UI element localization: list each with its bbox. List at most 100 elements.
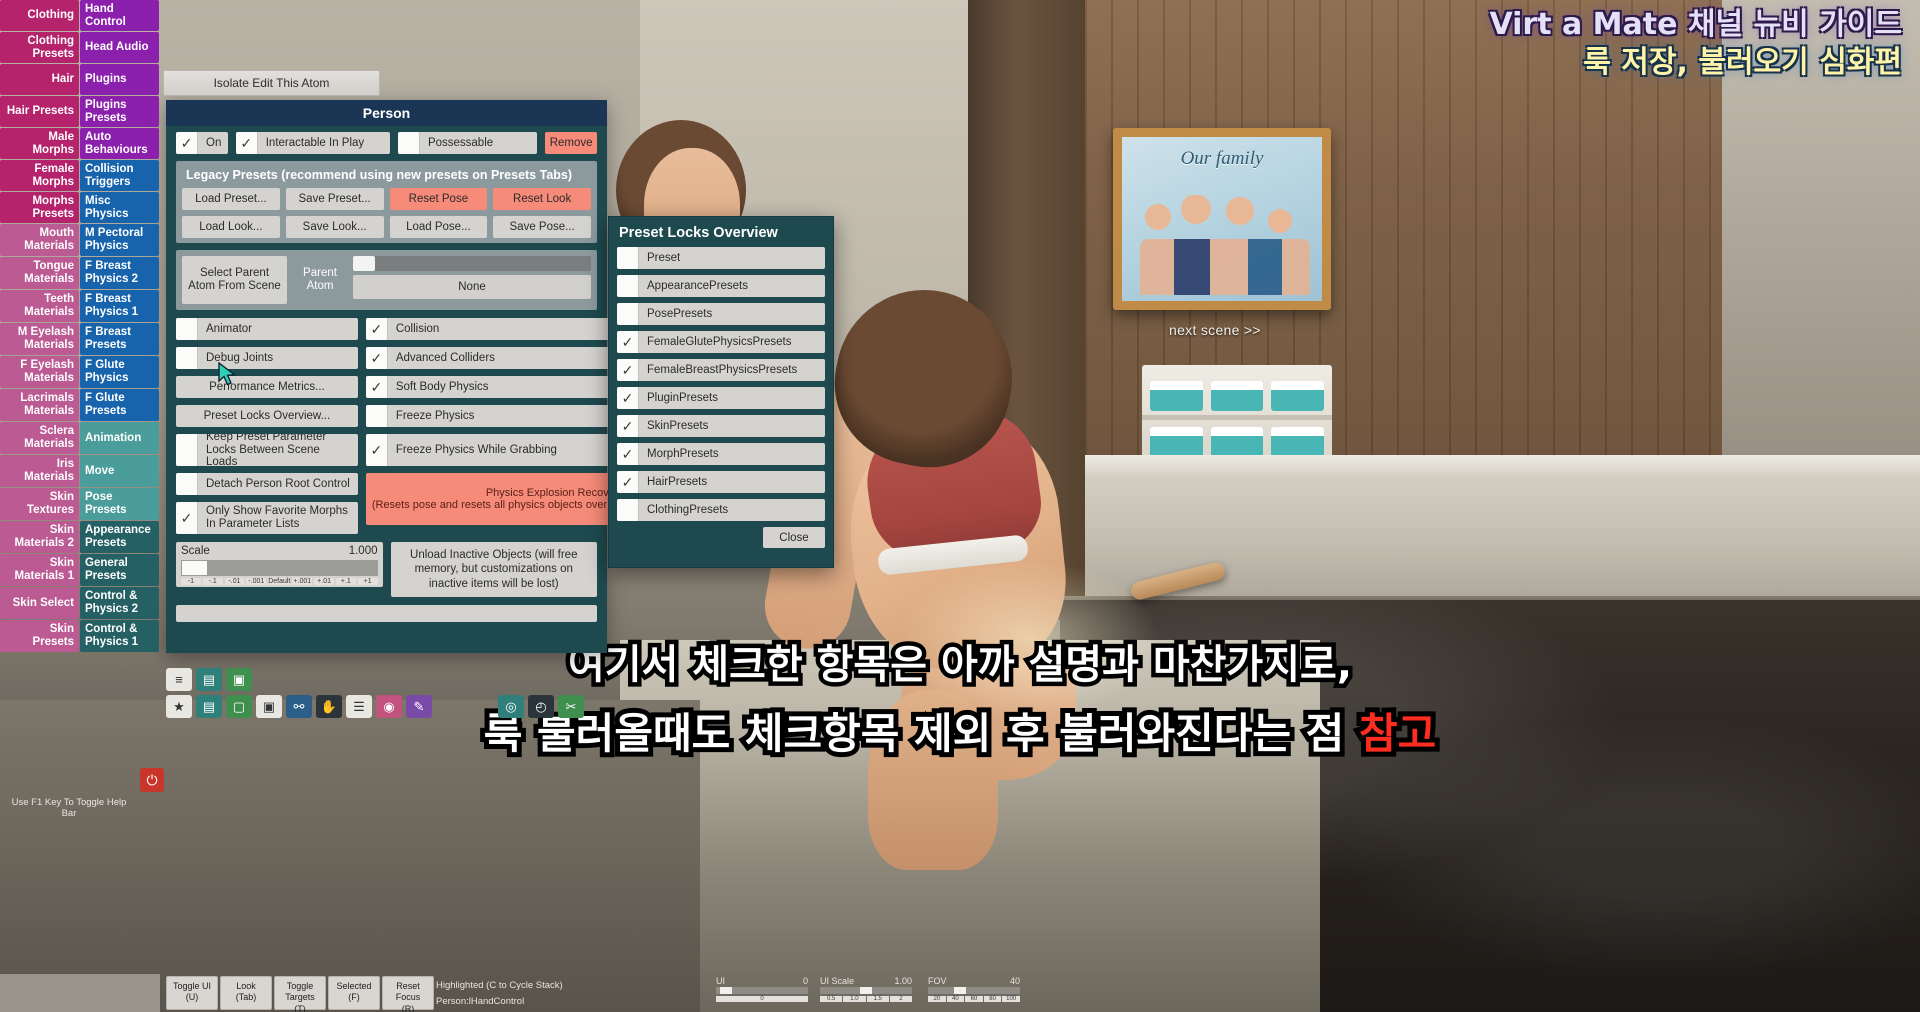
bottom-icon-toolbar[interactable]: ≡ ▤ ▣ ★ ▤ ▢ ▣ ⚯ ✋ ☰ ◉ ✎ ◎ ◴ ✂ [166,668,612,722]
bottom-controls[interactable]: Scale 1.000 -1 -.1 -.01 -.001 Default +.001 +.… [176,542,597,598]
menu-icon[interactable]: ≡ [166,668,192,691]
statusbar-button-toggle-ui-u[interactable]: Toggle UI (U) [166,976,218,1010]
checkbox-box[interactable] [176,434,198,466]
preset-lock-femalebreastphysicspresets[interactable]: ✓ FemaleBreastPhysicsPresets [617,359,825,381]
checkbox-box[interactable] [397,132,420,154]
checkbox-box[interactable] [617,247,639,269]
scale-tick[interactable]: Default [268,578,291,585]
legacy-row-1[interactable]: Load Preset... Save Preset... Reset Pose… [182,188,591,210]
checkbox-detach-person-root-control[interactable]: Detach Person Root Control [176,473,358,495]
checkbox-only-show-favorite-morphs-in-parameter-lis[interactable]: ✓ Only Show Favorite Morphs In Parameter … [176,502,358,534]
record-icon[interactable]: ◉ [376,695,402,718]
tab-column-right[interactable]: Hand Control Head Audio Plugins Plugins Pre… [80,0,159,830]
statusbar-button-reset-focus-r[interactable]: Reset Focus (R) [382,976,434,1012]
slider-tick[interactable]: 1.5 [866,996,889,1002]
sidebar-tab-hand-control[interactable]: Hand Control [80,0,159,31]
sidebar-tab-move[interactable]: Move [80,455,159,487]
checkbox-box[interactable] [617,499,639,521]
checkbox-box[interactable] [617,275,639,297]
sidebar-tab-skin-materials-1[interactable]: Skin Materials 1 [0,554,79,586]
select-parent-atom-button[interactable]: Select Parent Atom From Scene [182,256,287,304]
checkbox-box[interactable]: ✓ [617,387,639,409]
left-controls-column[interactable]: Animator Debug Joints Performance Metrics.… [176,318,358,534]
reset-look-button[interactable]: Reset Look [493,188,591,210]
sidebar-tab-control-physics-2[interactable]: Control & Physics 2 [80,587,159,619]
scale-track[interactable] [181,560,378,576]
parent-atom-scrollbar[interactable] [353,256,591,271]
load-pose-button[interactable]: Load Pose... [389,216,488,238]
toggle-on[interactable]: ✓ On [176,132,228,154]
scale-tick[interactable]: -1 [181,578,201,585]
checkbox-debug-joints[interactable]: Debug Joints [176,347,358,369]
preset-lock-preset[interactable]: Preset [617,247,825,269]
sidebar-tab-teeth-materials[interactable]: Teeth Materials [0,290,79,322]
wrench-icon[interactable]: ✂ [558,695,584,718]
sidebar-tab-m-pectoral-physics[interactable]: M Pectoral Physics [80,224,159,256]
remove-button[interactable]: Remove [545,132,597,154]
statusbar-slider-ui-scale[interactable]: UI Scale 1.00 0.5 1.0 1.5 2 [820,976,912,1002]
slider-knob[interactable] [720,987,732,994]
sidebar-tab-lacrimals-materials[interactable]: Lacrimals Materials [0,389,79,421]
slider-tick[interactable]: 0 [716,996,808,1002]
close-button[interactable]: Close [763,527,825,548]
sidebar-tab-sclera-materials[interactable]: Sclera Materials [0,422,79,454]
sidebar-tab-skin-presets[interactable]: Skin Presets [0,620,79,652]
checkbox-box[interactable]: ✓ [365,376,388,398]
checkbox-box[interactable] [176,473,198,495]
checkbox-box[interactable]: ✓ [365,434,388,466]
icon-row-1[interactable]: ≡ ▤ ▣ [166,668,612,691]
preset-locks-overview-dialog[interactable]: Preset Locks Overview Preset AppearancePr… [608,216,834,568]
unload-column[interactable]: Unload Inactive Objects (will free memor… [390,542,597,598]
slider-knob[interactable] [860,987,872,994]
checkbox-box[interactable]: ✓ [176,502,198,534]
preset-lock-hairpresets[interactable]: ✓ HairPresets [617,471,825,493]
sidebar-tab-skin-select[interactable]: Skin Select [0,587,79,619]
tab-column-left[interactable]: Clothing Clothing Presets Hair Hair Presets… [0,0,79,830]
sidebar-tab-plugins-presets[interactable]: Plugins Presets [80,96,159,127]
scale-slider[interactable]: Scale 1.000 -1 -.1 -.01 -.001 Default +.001 +.… [176,542,383,587]
scale-column[interactable]: Scale 1.000 -1 -.1 -.01 -.001 Default +.001 +.… [176,542,383,597]
slider-ticks[interactable]: 20 40 60 80 100 [928,996,1020,1002]
sidebar-tab-morphs-presets[interactable]: Morphs Presets [0,192,79,223]
sidebar-tab-f-glute-presets[interactable]: F Glute Presets [80,389,159,421]
parent-atom-dropdown[interactable]: None [353,275,591,299]
sidebar-tab-animation[interactable]: Animation [80,422,159,454]
checkbox-box[interactable]: ✓ [617,415,639,437]
scale-tick[interactable]: +.1 [335,578,356,585]
sidebar-tab-clothing-presets[interactable]: Clothing Presets [0,32,79,63]
scale-tick[interactable]: -.001 [246,578,267,585]
statusbar-button-look-tab[interactable]: Look (Tab) [220,976,272,1010]
clock-icon[interactable]: ◴ [528,695,554,718]
sidebar-tab-general-presets[interactable]: General Presets [80,554,159,586]
statusbar-slider-fov[interactable]: FOV 40 20 40 60 80 100 [928,976,1020,1002]
unload-inactive-objects-button[interactable]: Unload Inactive Objects (will free memor… [390,542,597,598]
screen-icon[interactable]: ▢ [226,695,252,718]
preset-lock-pluginpresets[interactable]: ✓ PluginPresets [617,387,825,409]
checkbox-box[interactable] [617,303,639,325]
sidebar-tab-hair-presets[interactable]: Hair Presets [0,96,79,127]
isolate-edit-atom-button[interactable]: Isolate Edit This Atom [163,70,380,96]
sidebar-tab-auto-behaviours[interactable]: Auto Behaviours [80,128,159,159]
checkbox-animator[interactable]: Animator [176,318,358,340]
save-pose-button[interactable]: Save Pose... [493,216,591,238]
preset-lock-posepresets[interactable]: PosePresets [617,303,825,325]
status-bar[interactable]: Highlighted (C to Cycle Stack) Person:lH… [0,974,1920,1012]
target-icon[interactable]: ◎ [498,695,524,718]
sidebar-tab-pose-presets[interactable]: Pose Presets [80,488,159,520]
checkbox-box[interactable]: ✓ [365,347,388,369]
list-icon[interactable]: ☰ [346,695,372,718]
preset-lock-skinpresets[interactable]: ✓ SkinPresets [617,415,825,437]
sidebar-tab-female-morphs[interactable]: Female Morphs [0,160,79,191]
slider-track[interactable] [716,987,808,994]
scale-knob[interactable] [182,561,207,575]
power-icon[interactable]: ⏻ [140,768,164,792]
camera-icon[interactable]: ▣ [256,695,282,718]
save-icon[interactable]: ▤ [196,668,222,691]
load-look-button[interactable]: Load Look... [182,216,280,238]
link-icon[interactable]: ⚯ [286,695,312,718]
save-look-button[interactable]: Save Look... [285,216,384,238]
save-preset-button[interactable]: Save Preset... [285,188,384,210]
scale-tick[interactable]: -.01 [224,578,245,585]
slider-track[interactable] [928,987,1020,994]
statusbar-slider-ui[interactable]: UI 0 0 [716,976,808,1002]
